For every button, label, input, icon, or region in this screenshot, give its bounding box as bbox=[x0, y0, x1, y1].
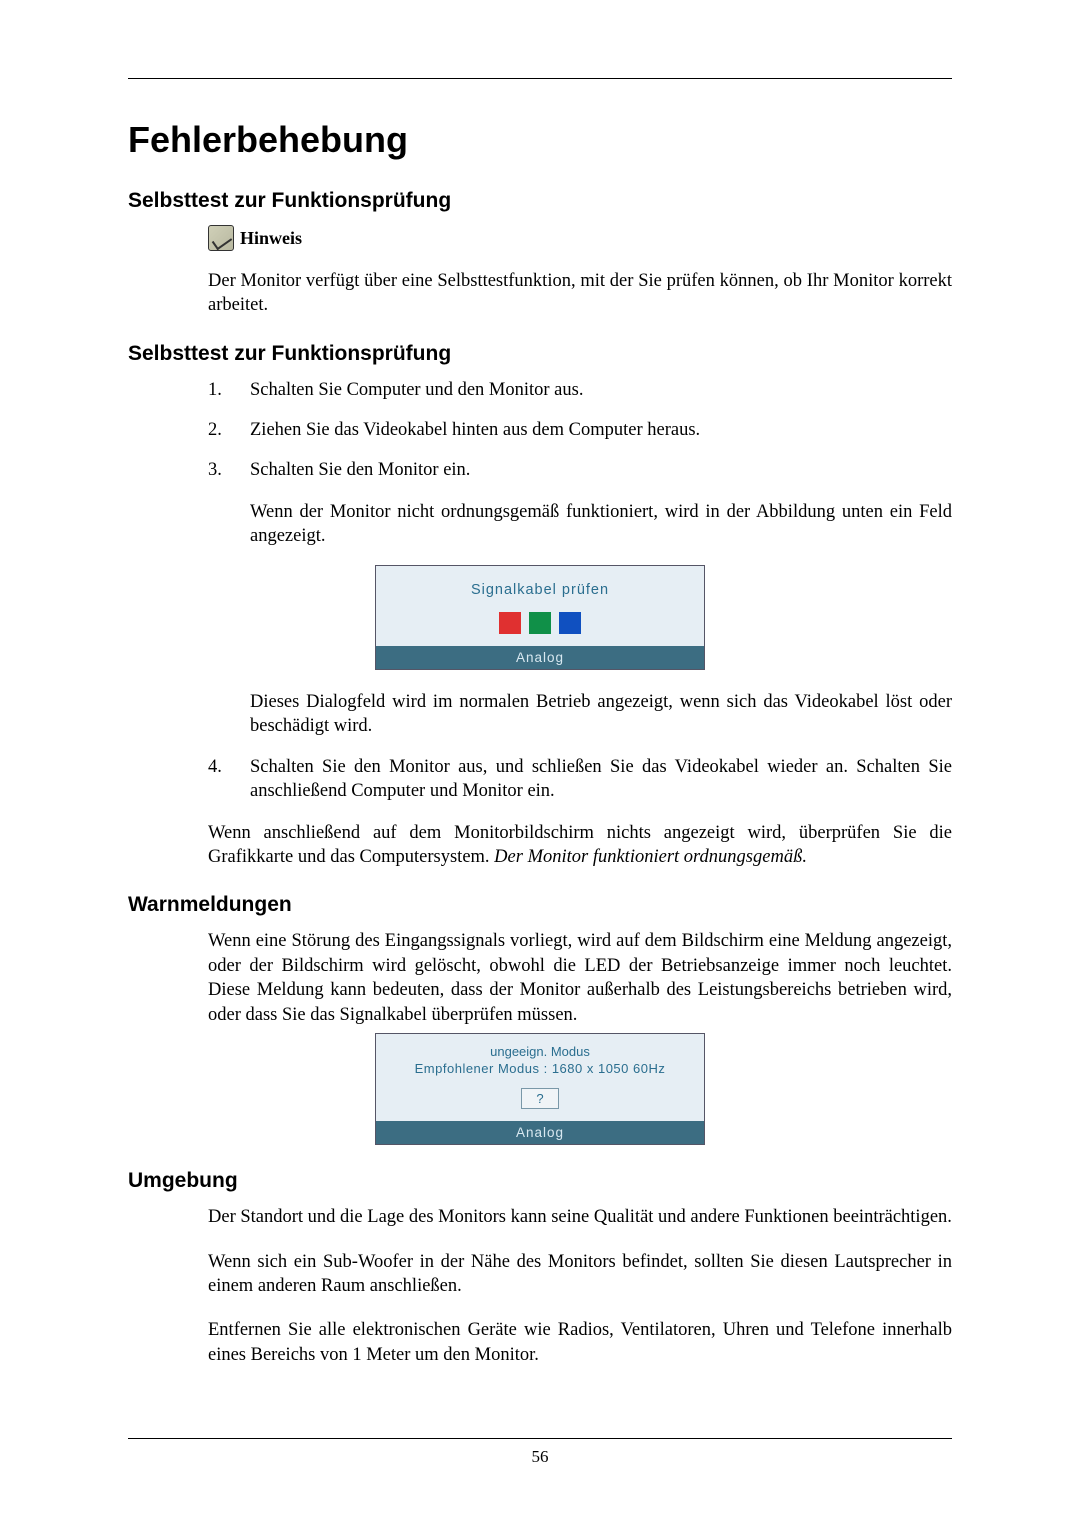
steps-list-cont: 4. Schalten Sie den Monitor aus, und sch… bbox=[208, 755, 952, 803]
step-text: Schalten Sie Computer und den Monitor au… bbox=[250, 378, 952, 402]
osd1-footer-bar: Analog bbox=[376, 646, 704, 669]
step-text: Ziehen Sie das Videokabel hinten aus dem… bbox=[250, 418, 952, 442]
step3-followup-b: Dieses Dialogfeld wird im normalen Betri… bbox=[250, 690, 952, 739]
page-title: Fehlerbehebung bbox=[128, 119, 952, 161]
step-text: Schalten Sie den Monitor aus, und schlie… bbox=[250, 755, 952, 803]
osd-figure-1: Signalkabel prüfen Analog bbox=[128, 565, 952, 670]
list-item: 3. Schalten Sie den Monitor ein. bbox=[208, 458, 952, 482]
section-heading-environment: Umgebung bbox=[128, 1169, 952, 1193]
note-icon bbox=[208, 225, 234, 251]
osd1-square-red bbox=[499, 612, 521, 634]
steps-list: 1. Schalten Sie Computer und den Monitor… bbox=[208, 378, 952, 482]
list-item: 4. Schalten Sie den Monitor aus, und sch… bbox=[208, 755, 952, 803]
step-number: 2. bbox=[208, 418, 250, 442]
note-label: Hinweis bbox=[240, 228, 302, 249]
osd2-line2: Empfohlener Modus : 1680 x 1050 60Hz bbox=[384, 1061, 696, 1076]
osd2-line1: ungeeign. Modus bbox=[384, 1044, 696, 1059]
section-heading-warnings: Warnmeldungen bbox=[128, 893, 952, 917]
step-number: 1. bbox=[208, 378, 250, 402]
step3-followup-a: Wenn der Monitor nicht ordnungsgemäß fun… bbox=[250, 500, 952, 549]
osd2-body: ungeeign. Modus Empfohlener Modus : 1680… bbox=[376, 1034, 704, 1121]
osd1-body: Signalkabel prüfen bbox=[376, 566, 704, 646]
osd-figure-2: ungeeign. Modus Empfohlener Modus : 1680… bbox=[128, 1033, 952, 1145]
env-p3: Entfernen Sie alle elektronischen Geräte… bbox=[208, 1318, 952, 1367]
osd2-box: ungeeign. Modus Empfohlener Modus : 1680… bbox=[375, 1033, 705, 1145]
section-heading-selftest-2: Selbsttest zur Funktionsprüfung bbox=[128, 342, 952, 366]
closing-italic: Der Monitor funktioniert ordnungsgemäß. bbox=[494, 847, 807, 867]
page-footer: 56 bbox=[128, 1438, 952, 1467]
osd1-message: Signalkabel prüfen bbox=[384, 582, 696, 598]
section2-closing: Wenn anschließend auf dem Monitorbildsch… bbox=[208, 821, 952, 870]
osd2-footer-bar: Analog bbox=[376, 1121, 704, 1144]
warnings-body: Wenn eine Störung des Eingangssignals vo… bbox=[208, 929, 952, 1027]
section-heading-selftest-1: Selbsttest zur Funktionsprüfung bbox=[128, 189, 952, 213]
note-body: Der Monitor verfügt über eine Selbsttest… bbox=[208, 269, 952, 318]
env-p2: Wenn sich ein Sub-Woofer in der Nähe des… bbox=[208, 1250, 952, 1299]
osd2-help-button: ? bbox=[521, 1088, 558, 1109]
step-text: Schalten Sie den Monitor ein. bbox=[250, 458, 952, 482]
top-rule bbox=[128, 78, 952, 79]
page-number: 56 bbox=[128, 1447, 952, 1467]
note-row: Hinweis bbox=[208, 225, 952, 251]
document-page: Fehlerbehebung Selbsttest zur Funktionsp… bbox=[0, 0, 1080, 1527]
footer-rule bbox=[128, 1438, 952, 1439]
list-item: 2. Ziehen Sie das Videokabel hinten aus … bbox=[208, 418, 952, 442]
step-number: 3. bbox=[208, 458, 250, 482]
osd1-color-row bbox=[384, 612, 696, 634]
step-number: 4. bbox=[208, 755, 250, 803]
osd1-square-blue bbox=[559, 612, 581, 634]
osd1-square-green bbox=[529, 612, 551, 634]
list-item: 1. Schalten Sie Computer und den Monitor… bbox=[208, 378, 952, 402]
env-p1: Der Standort und die Lage des Monitors k… bbox=[208, 1205, 952, 1229]
osd1-box: Signalkabel prüfen Analog bbox=[375, 565, 705, 670]
